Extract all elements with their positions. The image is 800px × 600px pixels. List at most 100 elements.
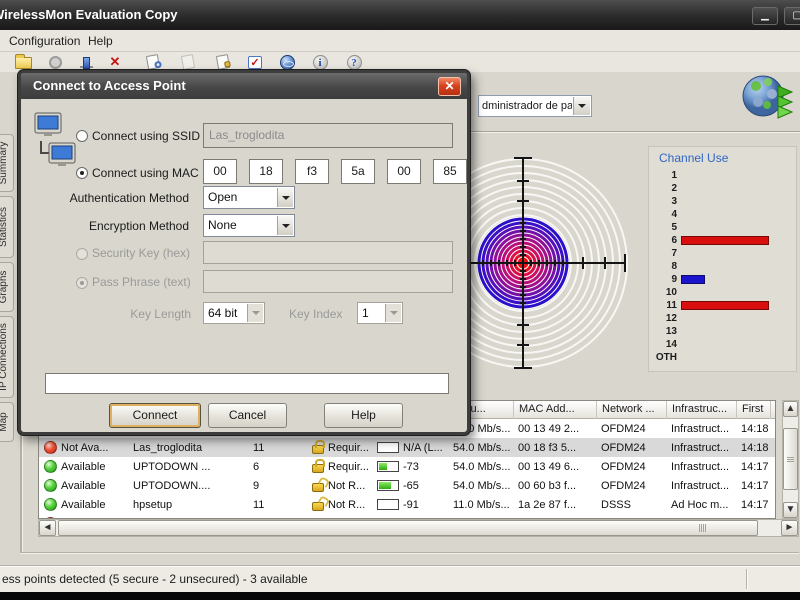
key-length-label: Key Length <box>117 307 191 321</box>
checklist-icon[interactable]: ✓ <box>245 53 265 71</box>
channel-label: 2 <box>651 183 677 194</box>
lock-open-icon <box>312 483 324 492</box>
column-header[interactable]: MAC Add... <box>514 401 597 419</box>
vertical-scrollbar-thumb[interactable] <box>783 428 798 490</box>
pass-phrase-radio[interactable] <box>76 277 88 289</box>
lock-open-icon <box>312 502 324 511</box>
column-header[interactable]: Infrastruc... <box>667 401 737 419</box>
mac-octet-input-1[interactable]: 18 <box>249 159 283 184</box>
status-ball-icon <box>44 441 57 454</box>
network-type-text: OFDM24 <box>597 480 646 492</box>
security-text: Requir... <box>324 442 369 454</box>
channel-bar-area <box>681 287 794 298</box>
side-tab-graphs[interactable]: Graphs <box>0 262 14 312</box>
channel-label: 4 <box>651 209 677 220</box>
menu-configuration[interactable]: Configuration <box>9 34 80 48</box>
column-header[interactable]: Network ... <box>597 401 667 419</box>
rssi-text: -91 <box>399 499 419 511</box>
help-button[interactable]: Help <box>324 403 403 428</box>
column-header[interactable]: First <box>737 401 771 419</box>
channel-bar-area <box>681 248 794 259</box>
card-copy-icon[interactable] <box>178 53 198 71</box>
horizontal-scrollbar-thumb[interactable] <box>58 520 758 536</box>
dialog-title-bar[interactable]: Connect to Access Point ✕ <box>21 73 467 99</box>
ssid-text: hpsetup <box>129 499 172 511</box>
channel-label: OTH <box>651 352 677 363</box>
channel-label: 11 <box>651 300 677 311</box>
status-text: Not Ava... <box>57 442 109 454</box>
table-row[interactable]: Availablehpsetup11Not R...-9111.0 Mb/s..… <box>39 495 775 514</box>
minimize-button[interactable]: ▁ <box>752 7 778 25</box>
key-length-select[interactable]: 64 bit <box>203 302 265 324</box>
maximize-button[interactable]: ▢ <box>784 7 800 25</box>
chevron-down-icon[interactable] <box>277 216 293 235</box>
table-row[interactable]: Not Ava...Las_troglodita11Requir...N/A (… <box>39 438 775 457</box>
menu-help[interactable]: Help <box>88 34 113 48</box>
chevron-down-icon[interactable] <box>573 97 590 115</box>
scroll-left-icon[interactable]: ◄ <box>39 520 56 536</box>
globe-gray-icon[interactable] <box>45 53 65 71</box>
side-tab-summary[interactable]: Summary <box>0 134 14 192</box>
scroll-right-icon[interactable]: ► <box>781 520 798 536</box>
open-folder-icon[interactable] <box>13 53 33 71</box>
card-lock-icon[interactable] <box>213 53 233 71</box>
side-tab-statistics[interactable]: Statistics <box>0 196 14 258</box>
scroll-up-icon[interactable]: ▲ <box>783 401 798 417</box>
status-ball-icon <box>44 479 57 492</box>
scroll-down-icon[interactable]: ▼ <box>783 502 798 518</box>
horizontal-scrollbar[interactable]: ◄ ► <box>38 519 799 537</box>
side-tab-label: IP Connections <box>0 323 9 391</box>
mac-octet-group: 00 18 f3 5a 00 85 <box>203 159 467 184</box>
dialog-title: Connect to Access Point <box>33 78 186 93</box>
close-icon[interactable]: ✕ <box>438 77 461 96</box>
cancel-button[interactable]: Cancel <box>208 403 287 428</box>
mac-octet-input-4[interactable]: 00 <box>387 159 421 184</box>
status-text: Available <box>57 499 105 511</box>
chevron-down-icon[interactable] <box>385 304 401 322</box>
infrastructure-text: Ad Hoc m... <box>667 499 728 511</box>
ssid-input[interactable]: Las_troglodita <box>203 123 453 148</box>
mac-octet-input-5[interactable]: 85 <box>433 159 467 184</box>
status-ball-icon <box>44 498 57 511</box>
channel-row: 12 <box>651 312 794 325</box>
side-tab-map[interactable]: Map <box>0 402 14 442</box>
enc-method-value: None <box>208 218 237 232</box>
chevron-down-icon[interactable] <box>277 188 293 207</box>
channel-text: 11 <box>249 499 264 511</box>
card-search-icon[interactable] <box>143 53 163 71</box>
security-key-input[interactable] <box>203 241 453 264</box>
side-tab-ip-connections[interactable]: IP Connections <box>0 316 14 398</box>
delete-icon[interactable]: ✕ <box>105 53 125 71</box>
mac-octet-input-2[interactable]: f3 <box>295 159 329 184</box>
globe-icon[interactable] <box>277 53 297 71</box>
pass-phrase-input[interactable] <box>203 270 453 293</box>
mac-radio[interactable] <box>76 167 88 179</box>
ssid-radio-label: Connect using SSID <box>92 129 200 143</box>
help-icon[interactable]: ? <box>344 53 364 71</box>
key-index-select[interactable]: 1 <box>357 302 403 324</box>
auth-method-select[interactable]: Open <box>203 186 295 209</box>
channel-label: 3 <box>651 196 677 207</box>
channel-bar-area <box>681 196 794 207</box>
vertical-scrollbar[interactable]: ▲ ▼ <box>782 400 799 519</box>
info-icon[interactable]: i <box>310 53 330 71</box>
connect-button[interactable]: Connect <box>109 403 201 428</box>
table-row[interactable]: AvailableUPTODOWN....9Not R...-6554.0 Mb… <box>39 476 775 495</box>
graph-blue-icon[interactable] <box>76 53 96 71</box>
channel-row: 5 <box>651 221 794 234</box>
channel-row: 1 <box>651 169 794 182</box>
mac-octet-input-3[interactable]: 5a <box>341 159 375 184</box>
status-text: ess points detected (5 secure - 2 unsecu… <box>2 572 308 586</box>
channel-row: 13 <box>651 325 794 338</box>
channel-label: 7 <box>651 248 677 259</box>
channel-bar-area <box>681 313 794 324</box>
mac-octet-input-0[interactable]: 00 <box>203 159 237 184</box>
network-computers-icon <box>33 111 79 171</box>
enc-method-select[interactable]: None <box>203 214 295 237</box>
bottom-edge <box>0 592 800 600</box>
adapter-select[interactable]: dministrador de paq <box>478 95 592 117</box>
security-key-radio[interactable] <box>76 248 88 260</box>
table-row[interactable]: AvailableUPTODOWN ...6Requir...-7354.0 M… <box>39 457 775 476</box>
ssid-radio[interactable] <box>76 130 88 142</box>
chevron-down-icon[interactable] <box>247 304 263 322</box>
